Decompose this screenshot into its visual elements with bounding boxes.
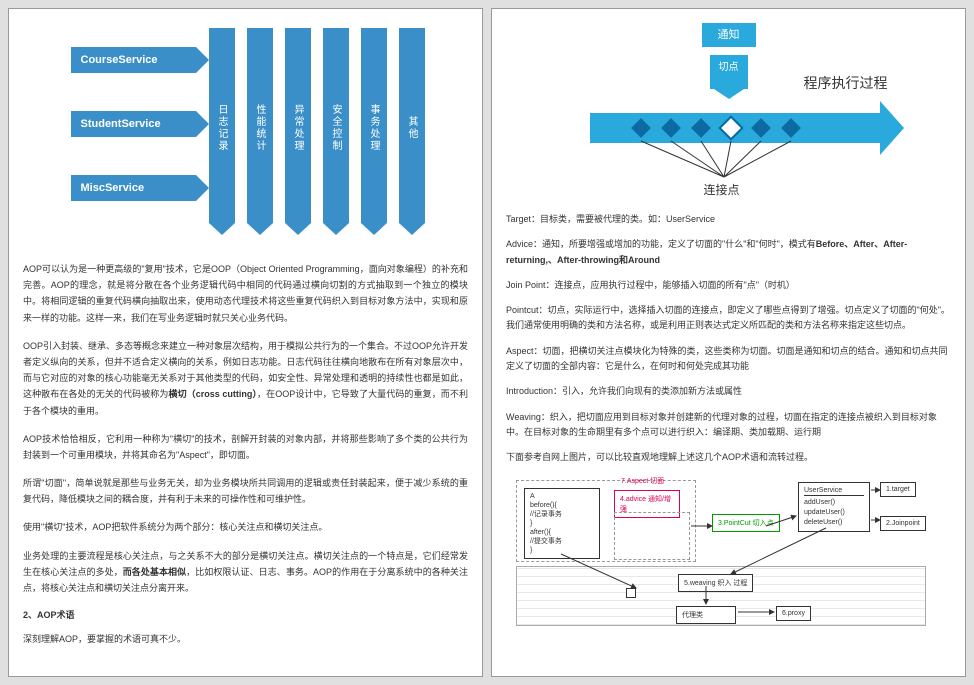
notice-box: 通知 — [702, 23, 756, 47]
concern-arrow-perf: 性能统计 — [247, 28, 273, 223]
concern-arrow-tx: 事务处理 — [361, 28, 387, 223]
concern-arrow-log: 日志记录 — [209, 28, 235, 223]
weaving-box: 5.weaving 织入 过程 — [678, 574, 753, 592]
term-joinpoint: Join Point：连接点，应用执行过程中，能够插入切面的所有"点"（时机） — [506, 278, 951, 293]
square-icon — [626, 588, 636, 598]
label-aspect: 7.Aspect 切面 — [621, 476, 664, 486]
joinpoint-label: 连接点 — [704, 181, 740, 198]
ref-text: 下面参考自网上图片，可以比较直观地理解上述这几个AOP术语和流转过程。 — [506, 450, 951, 465]
paragraph-5: 使用"横切"技术，AOP把软件系统分为两个部分：核心关注点和横切关注点。 — [23, 519, 468, 535]
concern-arrow-other: 其他 — [399, 28, 425, 223]
paragraph-4: 所谓"切面"，简单说就是那些与业务无关，却为业务模块所共同调用的逻辑或责任封装起… — [23, 475, 468, 507]
concern-arrow-exception: 异常处理 — [285, 28, 311, 223]
heading-aop-terms: 2、AOP术语 — [23, 608, 468, 621]
concern-arrow-security: 安全控制 — [323, 28, 349, 223]
term-pointcut: Pointcut：切点，实际运行中，选择插入切面的连接点，即定义了哪些点得到了增… — [506, 303, 951, 334]
service-arrow-course: CourseService — [71, 47, 196, 73]
term-weaving: Weaving：织入，把切面应用到目标对象并创建新的代理对象的过程，切面在指定的… — [506, 410, 951, 441]
process-label: 程序执行过程 — [804, 73, 888, 93]
aop-cross-diagram: CourseService StudentService MiscService… — [31, 23, 461, 243]
paragraph-7: 深刻理解AOP，要掌握的术语可真不少。 — [23, 631, 468, 647]
term-introduction: Introduction：引入，允许我们向现有的类添加新方法或属性 — [506, 384, 951, 399]
joinpoint-box: 2.Joinpoint — [880, 516, 926, 531]
aop-flow-diagram: A before(){ //记录事务 } after(){ //提交事务 } 7… — [506, 476, 936, 631]
paragraph-2: OOP引入封装、继承、多态等概念来建立一种对象层次结构，用于模拟公共行为的一个集… — [23, 338, 468, 419]
advice-code-box: A before(){ //记录事务 } after(){ //提交事务 } — [524, 488, 600, 560]
proxy-box: 6.proxy — [776, 606, 811, 621]
pointcut-box: 切点 — [710, 55, 748, 89]
connector-lines — [624, 139, 819, 183]
page-1: CourseService StudentService MiscService… — [8, 8, 483, 677]
pointcut-box2: 3.PointCut 切入点 — [712, 514, 780, 532]
paragraph-3: AOP技术恰恰相反，它利用一种称为"横切"的技术，剖解开封装的对象内部，并将那些… — [23, 431, 468, 463]
pointcut-dashbox — [614, 512, 690, 560]
proxyclass-box: 代理类 — [676, 606, 736, 624]
term-target: Target：目标类，需要被代理的类。如：UserService — [506, 212, 951, 227]
execution-flow-diagram: 通知 切点 程序执行过程 连接点 — [514, 23, 944, 198]
term-aspect: Aspect：切面，把横切关注点模块化为特殊的类，这些类称为切面。切面是通知和切… — [506, 344, 951, 375]
page-2: 通知 切点 程序执行过程 连接点 Target：目标类，需要被代理的类。如：Us… — [491, 8, 966, 677]
paragraph-6: 业务处理的主要流程是核心关注点，与之关系不大的部分是横切关注点。横切关注点的一个… — [23, 548, 468, 597]
term-advice: Advice：通知，所要增强或增加的功能，定义了切面的"什么"和"何时"，模式有… — [506, 237, 951, 268]
service-arrow-student: StudentService — [71, 111, 196, 137]
target-box: 1.target — [880, 482, 916, 497]
paragraph-1: AOP可以认为是一种更高级的"复用"技术，它是OOP（Object Orient… — [23, 261, 468, 326]
service-arrow-misc: MiscService — [71, 175, 196, 201]
userservice-box: UserService addUser() updateUser() delet… — [798, 482, 870, 532]
